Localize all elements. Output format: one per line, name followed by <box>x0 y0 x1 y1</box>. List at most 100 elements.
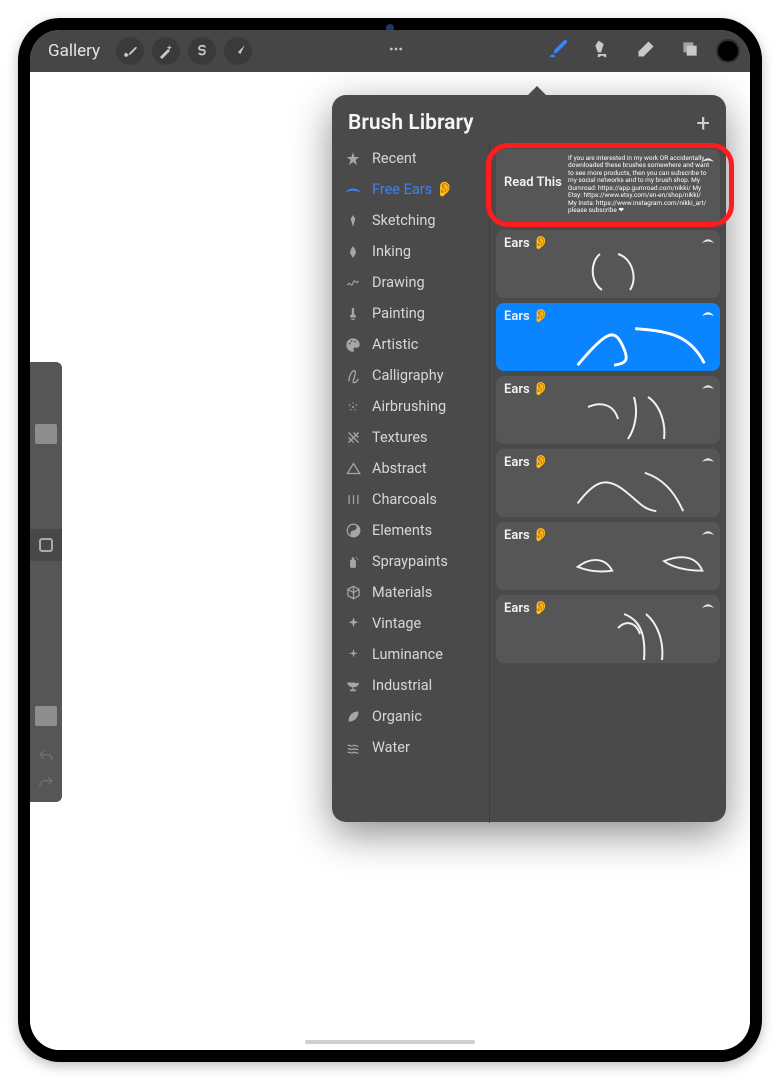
brush-category-artistic[interactable]: Artistic <box>332 329 489 360</box>
brush-library-title: Brush Library <box>348 111 474 135</box>
brush-preview <box>568 250 712 294</box>
brush-category-label: Calligraphy <box>372 367 444 384</box>
lines-icon <box>344 492 362 507</box>
brush-category-label: Airbrushing <box>372 398 446 415</box>
brush-card[interactable]: Ears 👂 <box>496 595 720 663</box>
anvil-icon <box>344 679 362 693</box>
brush-category-label: Sketching <box>372 212 436 229</box>
brush-category-painting[interactable]: Painting <box>332 298 489 329</box>
brush-card[interactable]: Ears 👂 <box>496 376 720 444</box>
brush-card[interactable]: Ears 👂 <box>496 303 720 371</box>
smudge-tool-button[interactable] <box>584 33 620 69</box>
top-toolbar: Gallery <box>30 30 750 72</box>
brush-category-recent[interactable]: Recent <box>332 143 489 174</box>
brush-corner-icon <box>702 601 712 611</box>
redo-button[interactable] <box>37 774 55 796</box>
eraser-tool-button[interactable] <box>628 33 664 69</box>
select-s-icon <box>195 44 209 58</box>
brush-category-charcoals[interactable]: Charcoals <box>332 484 489 515</box>
brush-category-vintage[interactable]: Vintage <box>332 608 489 639</box>
arrow-icon <box>231 44 246 59</box>
brush-category-elements[interactable]: Elements <box>332 515 489 546</box>
waves-icon <box>344 741 362 755</box>
brush-category-drawing[interactable]: Drawing <box>332 267 489 298</box>
brush-category-free-ears[interactable]: Free Ears 👂 <box>332 174 489 205</box>
brush-category-label: Vintage <box>372 615 421 632</box>
brush-category-materials[interactable]: Materials <box>332 577 489 608</box>
ipad-screen: Gallery <box>30 30 750 1050</box>
ellipsis-icon <box>388 41 404 61</box>
pencil-icon <box>344 213 362 229</box>
modify-button[interactable] <box>30 529 62 561</box>
yin-yang-icon <box>344 523 362 538</box>
brush-preview <box>568 396 712 440</box>
adjust-button[interactable] <box>152 37 180 65</box>
brush-category-list[interactable]: Recent Free Ears 👂 Sketching Inking DrawingP… <box>332 143 490 823</box>
brush-preview <box>568 615 712 659</box>
brush-category-sketching[interactable]: Sketching <box>332 205 489 236</box>
smudge-icon <box>592 39 612 63</box>
sparkle4-icon <box>344 647 362 662</box>
wand-icon <box>158 43 174 59</box>
brush-card[interactable]: Read ThisIf you are interested in my wor… <box>496 149 720 225</box>
brush-category-label: Organic <box>372 708 422 725</box>
brush-category-abstract[interactable]: Abstract <box>332 453 489 484</box>
home-indicator <box>305 1040 475 1044</box>
brush-size-slider[interactable] <box>30 362 62 529</box>
brush-category-water[interactable]: Water <box>332 732 489 763</box>
brush-category-label: Industrial <box>372 677 432 694</box>
layers-icon <box>680 39 700 63</box>
brush-list[interactable]: Read ThisIf you are interested in my wor… <box>490 143 726 823</box>
gallery-button[interactable]: Gallery <box>40 41 108 61</box>
brush-category-airbrushing[interactable]: Airbrushing <box>332 391 489 422</box>
brush-icon <box>547 38 569 64</box>
add-brush-button[interactable]: + <box>696 111 710 135</box>
brush-category-organic[interactable]: Organic <box>332 701 489 732</box>
leaf-icon <box>344 709 362 724</box>
brush-category-label: Free Ears 👂 <box>372 181 454 198</box>
brush-library-popover: Brush Library + Recent Free Ears 👂 Sketchi… <box>332 95 726 822</box>
brush-category-label: Abstract <box>372 460 427 477</box>
brush-category-label: Spraypaints <box>372 553 448 570</box>
brush-category-label: Elements <box>372 522 432 539</box>
brush-opacity-handle[interactable] <box>35 706 57 726</box>
select-button[interactable] <box>188 37 216 65</box>
nib-icon <box>344 244 362 260</box>
brush-category-calligraphy[interactable]: Calligraphy <box>332 360 489 391</box>
transform-button[interactable] <box>224 37 252 65</box>
brush-category-label: Inking <box>372 243 411 260</box>
brush-stroke-icon <box>344 184 362 196</box>
brush-name-label: Ears 👂 <box>504 528 712 543</box>
brush-card[interactable]: Ears 👂 <box>496 522 720 590</box>
brush-category-inking[interactable]: Inking <box>332 236 489 267</box>
star-icon <box>344 151 362 167</box>
brush-category-label: Recent <box>372 150 417 167</box>
brush-category-spraypaints[interactable]: Spraypaints <box>332 546 489 577</box>
brush-preview <box>568 323 712 367</box>
undo-button[interactable] <box>37 748 55 770</box>
brush-category-luminance[interactable]: Luminance <box>332 639 489 670</box>
layers-button[interactable] <box>672 33 708 69</box>
brush-category-industrial[interactable]: Industrial <box>332 670 489 701</box>
color-picker-button[interactable] <box>716 39 740 63</box>
brush-name-label: Ears 👂 <box>504 236 712 251</box>
brush-preview <box>568 469 712 513</box>
brush-corner-icon <box>702 528 712 538</box>
brush-tool-button[interactable] <box>540 33 576 69</box>
brush-card[interactable]: Ears 👂 <box>496 230 720 298</box>
brush-card[interactable]: Ears 👂 <box>496 449 720 517</box>
brush-size-handle[interactable] <box>35 424 57 444</box>
more-button[interactable] <box>378 33 414 69</box>
brush-opacity-slider[interactable] <box>30 561 62 728</box>
brush-corner-icon <box>702 455 712 465</box>
brush-preview <box>568 542 712 586</box>
brush-info-text: If you are interested in my work OR acci… <box>568 155 710 221</box>
spray-icon <box>344 399 362 415</box>
brush-category-label: Textures <box>372 429 428 446</box>
brush-category-textures[interactable]: Textures <box>332 422 489 453</box>
square-icon <box>39 538 53 552</box>
brush-category-label: Charcoals <box>372 491 437 508</box>
plus-icon: + <box>696 109 710 137</box>
actions-button[interactable] <box>116 37 144 65</box>
squiggle-icon <box>344 276 362 290</box>
